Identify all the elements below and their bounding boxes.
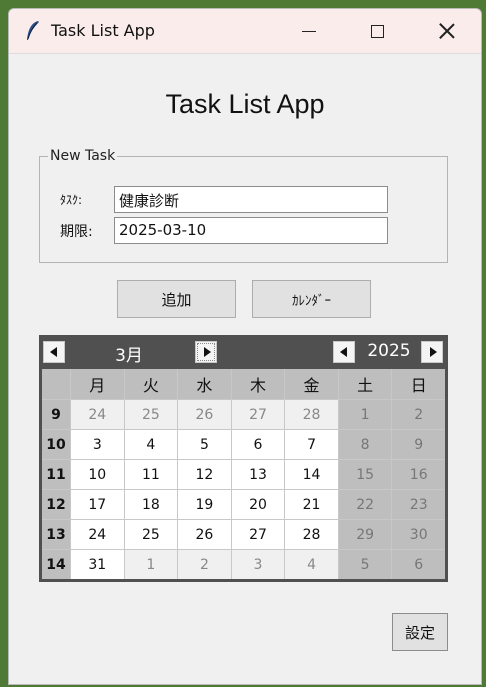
calendar-day[interactable]: 2 (392, 400, 445, 429)
minimize-icon (302, 30, 316, 32)
calendar-day[interactable]: 16 (392, 460, 445, 489)
calendar-header: 3月 2025 (39, 335, 448, 367)
calendar-day[interactable]: 9 (392, 430, 445, 459)
calendar-day[interactable]: 3 (231, 550, 285, 579)
new-task-group: New Task ﾀｽｸ: 健康診断 期限: 2025-03-10 (39, 148, 448, 263)
due-date-input[interactable]: 2025-03-10 (114, 217, 388, 244)
year-label: 2025 (367, 341, 411, 361)
page-title: Task List App (165, 89, 325, 119)
calendar-day[interactable]: 19 (178, 490, 231, 519)
calendar-day[interactable]: 31 (71, 550, 124, 579)
task-label: ﾀｽｸ: (60, 193, 83, 207)
calendar-day[interactable]: 21 (285, 490, 338, 519)
maximize-icon (370, 24, 384, 38)
calendar-day[interactable]: 11 (124, 460, 178, 489)
weekday-header: 水 (178, 369, 231, 399)
calendar-widget: 3月 2025 月火水木金土日 9 24 25 26 27 28 1 2 10 3 4 5 6 7 8 9 11 1… (39, 335, 448, 582)
calendar-day[interactable]: 27 (231, 400, 285, 429)
week-number: 13 (42, 520, 70, 549)
calendar-corner (42, 369, 70, 399)
calendar-grid: 月火水木金土日 9 24 25 26 27 28 1 2 10 3 4 5 6 7 8 9 11 10 11 12 13 1… (42, 369, 445, 579)
weekday-header: 月 (71, 369, 124, 399)
calendar-day[interactable]: 28 (285, 400, 338, 429)
calendar-day[interactable]: 28 (285, 520, 338, 549)
calendar-day[interactable]: 6 (231, 430, 285, 459)
calendar-day[interactable]: 1 (124, 550, 178, 579)
prev-month-button[interactable] (43, 341, 65, 363)
calendar-day[interactable]: 13 (231, 460, 285, 489)
calendar-day[interactable]: 10 (71, 460, 124, 489)
weekday-header: 日 (392, 369, 445, 399)
weekday-header: 金 (285, 369, 338, 399)
next-month-button[interactable] (195, 341, 217, 363)
calendar-day[interactable]: 22 (338, 490, 392, 519)
calendar-day[interactable]: 20 (231, 490, 285, 519)
close-icon (439, 23, 455, 39)
minimize-button[interactable] (279, 9, 339, 53)
calendar-day[interactable]: 4 (285, 550, 338, 579)
week-number: 10 (42, 430, 70, 459)
calendar-day[interactable]: 27 (231, 520, 285, 549)
week-number: 11 (42, 460, 70, 489)
calendar-day[interactable]: 25 (124, 400, 178, 429)
calendar-day[interactable]: 2 (178, 550, 231, 579)
month-label: 3月 (115, 346, 143, 366)
calendar-day[interactable]: 14 (285, 460, 338, 489)
calendar-day[interactable]: 24 (71, 520, 124, 549)
calendar-day[interactable]: 29 (338, 520, 392, 549)
week-number: 9 (42, 400, 70, 429)
new-task-legend: New Task (48, 148, 118, 164)
calendar-day[interactable]: 24 (71, 400, 124, 429)
prev-year-button[interactable] (333, 341, 355, 363)
calendar-day[interactable]: 3 (71, 430, 124, 459)
week-number: 14 (42, 550, 70, 579)
settings-button[interactable]: 設定 (392, 613, 448, 651)
close-button[interactable] (417, 9, 477, 53)
title-bar[interactable]: Task List App (9, 9, 481, 54)
next-year-button[interactable] (421, 341, 443, 363)
window-title: Task List App (51, 21, 155, 40)
maximize-button[interactable] (347, 9, 407, 53)
calendar-day[interactable]: 23 (392, 490, 445, 519)
weekday-header: 火 (124, 369, 178, 399)
calendar-button[interactable]: ｶﾚﾝﾀﾞｰ (252, 280, 371, 318)
calendar-day[interactable]: 25 (124, 520, 178, 549)
add-button[interactable]: 追加 (117, 280, 236, 318)
app-window: Task List App Task List App New Task ﾀｽｸ… (8, 8, 482, 685)
calendar-day[interactable]: 15 (338, 460, 392, 489)
due-date-label: 期限: (60, 224, 93, 240)
calendar-day[interactable]: 7 (285, 430, 338, 459)
calendar-day[interactable]: 17 (71, 490, 124, 519)
calendar-day[interactable]: 26 (178, 520, 231, 549)
week-number: 12 (42, 490, 70, 519)
feather-icon (27, 21, 39, 40)
calendar-day[interactable]: 4 (124, 430, 178, 459)
calendar-day[interactable]: 5 (178, 430, 231, 459)
calendar-day[interactable]: 18 (124, 490, 178, 519)
calendar-day[interactable]: 30 (392, 520, 445, 549)
calendar-day[interactable]: 6 (392, 550, 445, 579)
calendar-day[interactable]: 26 (178, 400, 231, 429)
calendar-day[interactable]: 1 (338, 400, 392, 429)
task-input[interactable]: 健康診断 (114, 186, 388, 213)
calendar-day[interactable]: 8 (338, 430, 392, 459)
calendar-day[interactable]: 5 (338, 550, 392, 579)
calendar-day[interactable]: 12 (178, 460, 231, 489)
weekday-header: 木 (231, 369, 285, 399)
weekday-header: 土 (338, 369, 392, 399)
